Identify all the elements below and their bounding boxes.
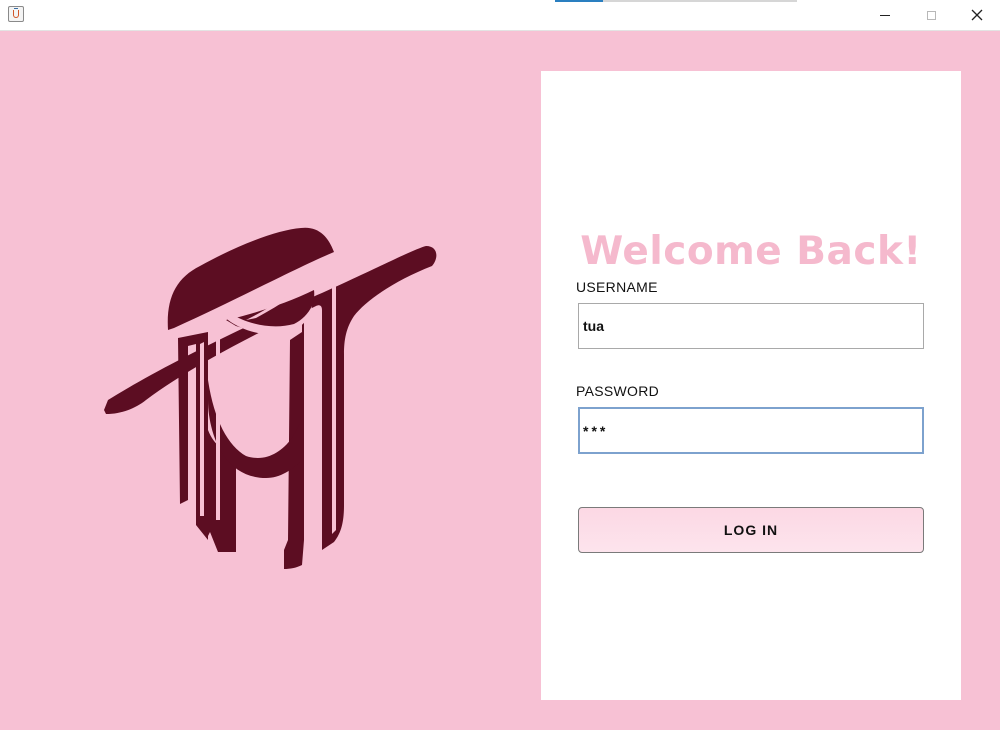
- username-input[interactable]: [578, 303, 924, 349]
- java-app-icon[interactable]: [8, 6, 24, 22]
- welcome-heading: Welcome Back!: [580, 229, 922, 274]
- password-label: PASSWORD: [576, 383, 660, 399]
- password-input[interactable]: [578, 407, 924, 454]
- minimize-icon[interactable]: [862, 0, 908, 30]
- window-titlebar: [0, 0, 1000, 31]
- maximize-icon[interactable]: [908, 0, 954, 30]
- username-label: USERNAME: [576, 279, 658, 295]
- titlebar-accent: [555, 0, 603, 2]
- titlebar-accent-secondary: [603, 0, 797, 2]
- woman-with-hat-logo: [96, 220, 446, 580]
- close-icon[interactable]: [954, 0, 1000, 30]
- login-button[interactable]: LOG IN: [578, 507, 924, 553]
- login-card: Welcome Back! USERNAME PASSWORD LOG IN: [541, 71, 961, 700]
